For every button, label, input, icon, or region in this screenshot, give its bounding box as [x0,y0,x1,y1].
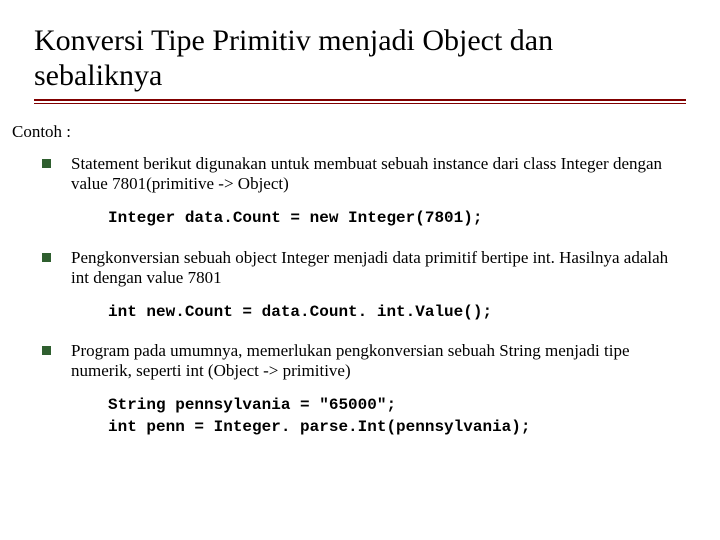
subheading: Contoh : [12,122,686,142]
item-text: Program pada umumnya, memerlukan pengkon… [71,341,686,381]
code-block: String pennsylvania = "65000"; int penn … [108,395,686,438]
code-block: int new.Count = data.Count. int.Value(); [108,302,686,324]
item-text: Statement berikut digunakan untuk membua… [71,154,686,194]
item-text: Pengkonversian sebuah object Integer men… [71,248,686,288]
list-item: Program pada umumnya, memerlukan pengkon… [42,341,686,381]
title-rule [34,99,686,104]
list-item: Statement berikut digunakan untuk membua… [42,154,686,194]
slide: Konversi Tipe Primitiv menjadi Object da… [0,0,720,467]
square-bullet-icon [42,159,51,168]
code-block: Integer data.Count = new Integer(7801); [108,208,686,230]
square-bullet-icon [42,346,51,355]
page-title: Konversi Tipe Primitiv menjadi Object da… [34,24,686,93]
square-bullet-icon [42,253,51,262]
list-item: Pengkonversian sebuah object Integer men… [42,248,686,288]
